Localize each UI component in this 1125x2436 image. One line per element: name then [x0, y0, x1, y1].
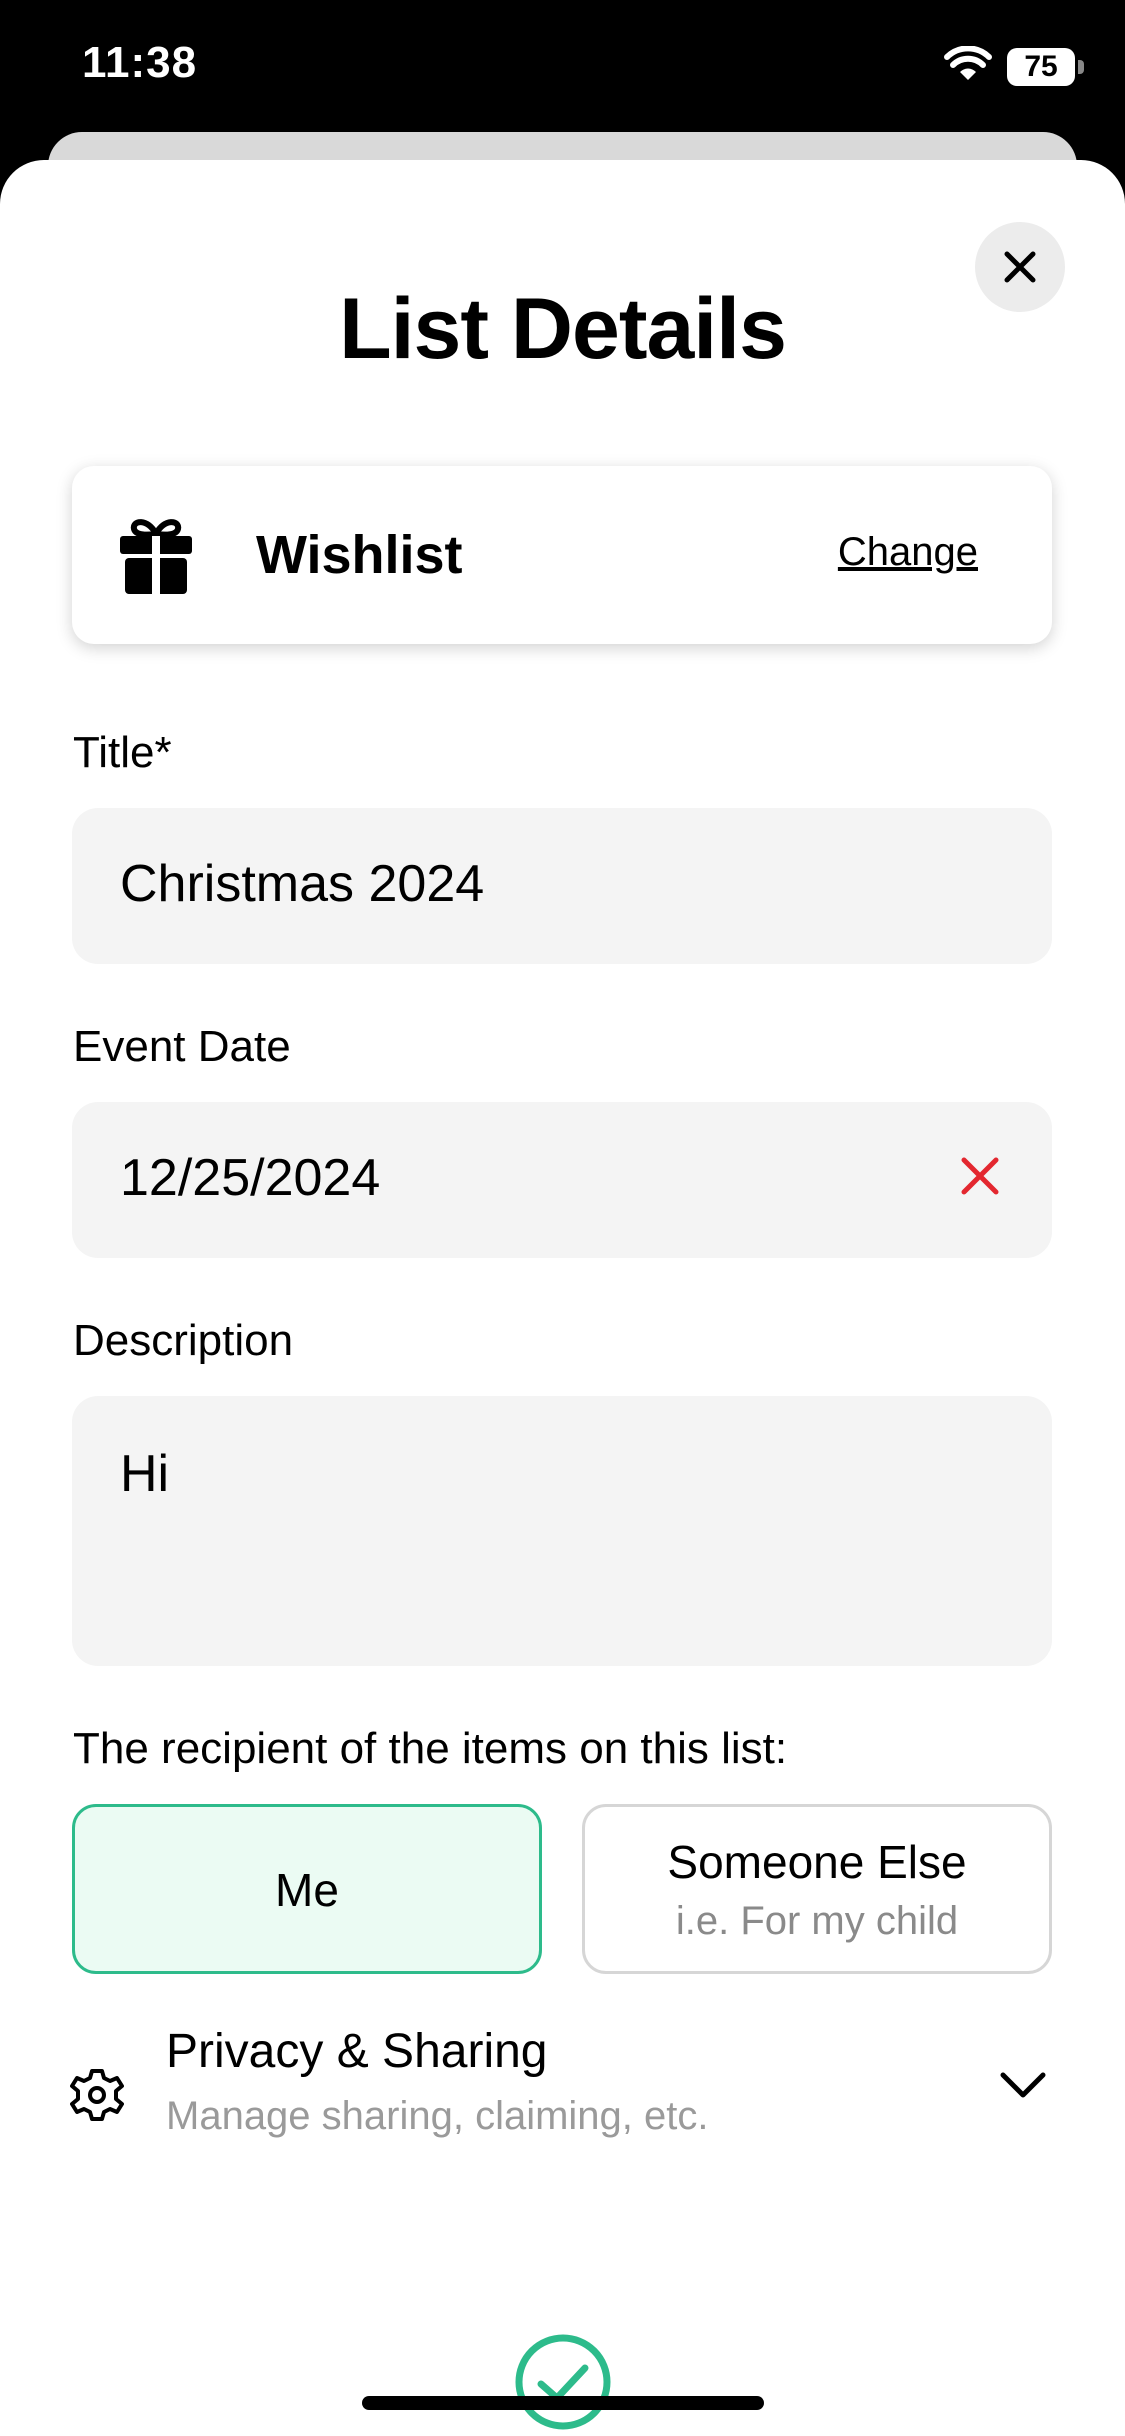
gear-icon — [70, 2068, 124, 2127]
description-value: Hi — [120, 1445, 170, 1503]
page-title: List Details — [339, 281, 787, 377]
close-icon — [1004, 251, 1036, 283]
privacy-sharing-row[interactable]: Privacy & Sharing Manage sharing, claimi… — [0, 2016, 1125, 2176]
list-details-sheet: List Details Wishlist Change Title* Chri… — [0, 160, 1125, 2436]
recipient-someone-else-sublabel: i.e. For my child — [675, 1899, 959, 1943]
recipient-me-label: Me — [275, 1864, 339, 1916]
change-type-link[interactable]: Change — [838, 530, 978, 575]
clear-date-icon[interactable] — [960, 1156, 1000, 1201]
description-label: Description — [73, 1316, 294, 1365]
status-time: 11:38 — [82, 38, 198, 87]
wifi-icon — [944, 45, 992, 87]
recipient-someone-else-option[interactable]: Someone Else i.e. For my child — [582, 1804, 1052, 1974]
title-value: Christmas 2024 — [120, 855, 485, 913]
status-bar: 11:38 75 — [0, 0, 1125, 140]
description-input[interactable]: Hi — [72, 1396, 1052, 1666]
recipient-me-option[interactable]: Me — [72, 1804, 542, 1974]
title-input[interactable]: Christmas 2024 — [72, 808, 1052, 964]
gift-icon — [118, 516, 194, 599]
privacy-subtitle: Manage sharing, claiming, etc. — [166, 2094, 709, 2138]
event-date-label: Event Date — [73, 1022, 291, 1071]
battery-cap — [1078, 60, 1084, 74]
title-label: Title* — [73, 728, 172, 777]
recipient-question: The recipient of the items on this list: — [73, 1724, 788, 1773]
privacy-title: Privacy & Sharing — [166, 2025, 548, 2078]
event-date-input[interactable]: 12/25/2024 — [72, 1102, 1052, 1258]
list-type-card: Wishlist Change — [72, 466, 1052, 644]
home-indicator — [362, 2396, 764, 2410]
battery-indicator: 75 — [1007, 48, 1075, 86]
event-date-value: 12/25/2024 — [120, 1149, 381, 1207]
checkmark-circle-icon[interactable] — [515, 2334, 611, 2435]
recipient-someone-else-label: Someone Else — [667, 1836, 967, 1888]
chevron-down-icon[interactable] — [999, 2070, 1047, 2105]
list-type-name: Wishlist — [256, 525, 463, 585]
